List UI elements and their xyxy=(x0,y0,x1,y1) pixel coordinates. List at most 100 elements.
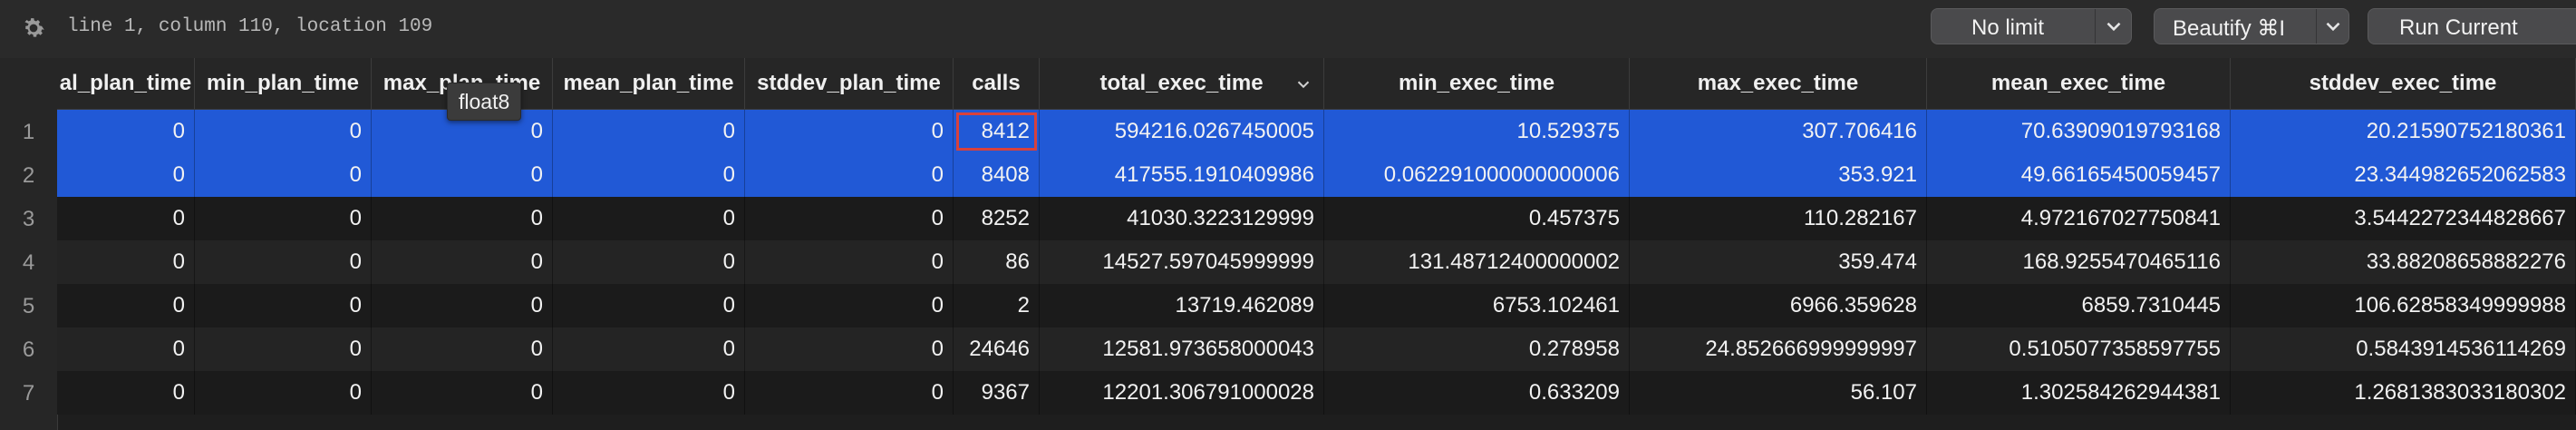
table-cell[interactable]: 0 xyxy=(372,240,553,284)
table-cell[interactable]: 1.302584262944381 xyxy=(1927,371,2231,415)
table-cell[interactable]: 0.633209 xyxy=(1324,371,1630,415)
run-current-button[interactable]: Run Current xyxy=(2368,8,2576,44)
column-header-al-plan-time[interactable]: al_plan_time xyxy=(57,58,195,109)
row-number[interactable]: 2 xyxy=(0,163,57,189)
focused-cell[interactable]: 8412 xyxy=(954,110,1040,153)
table-cell[interactable]: 0 xyxy=(372,327,553,371)
table-cell[interactable]: 417555.1910409986 xyxy=(1040,153,1324,197)
row-number[interactable]: 7 xyxy=(0,381,57,406)
table-cell[interactable]: 307.706416 xyxy=(1630,110,1927,153)
table-cell[interactable]: 0 xyxy=(57,110,195,153)
column-header-calls[interactable]: calls xyxy=(954,58,1040,109)
sort-descending-icon[interactable] xyxy=(1293,74,1313,94)
table-cell[interactable]: 0 xyxy=(745,110,954,153)
table-cell[interactable]: 70.63909019793168 xyxy=(1927,110,2231,153)
table-cell[interactable]: 0 xyxy=(745,371,954,415)
table-cell[interactable]: 0 xyxy=(195,284,372,327)
gear-icon[interactable] xyxy=(20,15,47,42)
table-cell[interactable]: 0 xyxy=(553,197,745,240)
column-header-max-exec-time[interactable]: max_exec_time xyxy=(1630,58,1927,109)
table-cell[interactable]: 106.62858349999988 xyxy=(2231,284,2576,327)
table-cell[interactable]: 0 xyxy=(372,371,553,415)
table-cell[interactable]: 33.88208658882276 xyxy=(2231,240,2576,284)
column-header-stddev-exec-time[interactable]: stddev_exec_time xyxy=(2231,58,2576,109)
row-number[interactable]: 1 xyxy=(0,120,57,145)
table-cell[interactable]: 0 xyxy=(745,197,954,240)
table-cell[interactable]: 41030.3223129999 xyxy=(1040,197,1324,240)
table-cell[interactable]: 0 xyxy=(57,240,195,284)
table-cell[interactable]: 6966.359628 xyxy=(1630,284,1927,327)
table-cell[interactable]: 10.529375 xyxy=(1324,110,1630,153)
row-number[interactable]: 6 xyxy=(0,337,57,363)
table-cell[interactable]: 6753.102461 xyxy=(1324,284,1630,327)
table-cell[interactable]: 0 xyxy=(195,327,372,371)
table-cell[interactable]: 0.457375 xyxy=(1324,197,1630,240)
table-cell[interactable]: 0 xyxy=(745,284,954,327)
table-row[interactable]: 0 0 0 0 0 2 13719.462089 6753.102461 696… xyxy=(57,284,2576,327)
table-cell[interactable]: 0 xyxy=(553,110,745,153)
table-cell[interactable]: 0 xyxy=(195,197,372,240)
table-cell[interactable]: 9367 xyxy=(954,371,1040,415)
table-cell[interactable]: 24646 xyxy=(954,327,1040,371)
table-cell[interactable]: 0 xyxy=(195,110,372,153)
table-cell[interactable]: 0 xyxy=(553,284,745,327)
table-cell[interactable]: 0 xyxy=(195,240,372,284)
table-cell[interactable]: 0 xyxy=(57,284,195,327)
table-cell[interactable]: 0.278958 xyxy=(1324,327,1630,371)
table-cell[interactable]: 20.21590752180361 xyxy=(2231,110,2576,153)
table-cell[interactable]: 110.282167 xyxy=(1630,197,1927,240)
table-cell[interactable]: 594216.0267450005 xyxy=(1040,110,1324,153)
table-cell[interactable]: 13719.462089 xyxy=(1040,284,1324,327)
column-header-total-exec-time[interactable]: total_exec_time xyxy=(1040,58,1324,109)
table-cell[interactable]: 8252 xyxy=(954,197,1040,240)
table-cell[interactable]: 0.062291000000000006 xyxy=(1324,153,1630,197)
row-number[interactable]: 4 xyxy=(0,250,57,276)
table-cell[interactable]: 359.474 xyxy=(1630,240,1927,284)
row-number[interactable]: 5 xyxy=(0,294,57,319)
table-cell[interactable]: 1.2681383033180302 xyxy=(2231,371,2576,415)
table-cell[interactable]: 168.9255470465116 xyxy=(1927,240,2231,284)
table-cell[interactable]: 353.921 xyxy=(1630,153,1927,197)
table-cell[interactable]: 8408 xyxy=(954,153,1040,197)
table-cell[interactable]: 0 xyxy=(553,371,745,415)
table-row[interactable]: 0 0 0 0 0 86 14527.597045999999 131.4871… xyxy=(57,240,2576,284)
table-cell[interactable]: 0.5105077358597755 xyxy=(1927,327,2231,371)
table-cell[interactable]: 3.5442272344828667 xyxy=(2231,197,2576,240)
table-cell[interactable]: 0 xyxy=(372,153,553,197)
table-cell[interactable]: 12581.973658000043 xyxy=(1040,327,1324,371)
table-cell[interactable]: 0 xyxy=(745,240,954,284)
limit-select[interactable]: No limit xyxy=(1931,8,2132,44)
table-row[interactable]: 0 0 0 0 0 8412 594216.0267450005 10.5293… xyxy=(57,110,2576,153)
table-cell[interactable]: 2 xyxy=(954,284,1040,327)
column-header-mean-plan-time[interactable]: mean_plan_time xyxy=(553,58,745,109)
table-cell[interactable]: 24.852666999999997 xyxy=(1630,327,1927,371)
table-cell[interactable]: 0.5843914536114269 xyxy=(2231,327,2576,371)
table-cell[interactable]: 14527.597045999999 xyxy=(1040,240,1324,284)
table-cell[interactable]: 0 xyxy=(372,284,553,327)
table-cell[interactable]: 49.66165450059457 xyxy=(1927,153,2231,197)
column-header-min-exec-time[interactable]: min_exec_time xyxy=(1324,58,1630,109)
table-row[interactable]: 0 0 0 0 0 9367 12201.306791000028 0.6332… xyxy=(57,371,2576,415)
results-grid[interactable]: al_plan_time min_plan_time max_plan_time… xyxy=(0,58,2576,430)
table-cell[interactable]: 4.972167027750841 xyxy=(1927,197,2231,240)
column-header-stddev-plan-time[interactable]: stddev_plan_time xyxy=(745,58,954,109)
table-cell[interactable]: 0 xyxy=(195,371,372,415)
table-cell[interactable]: 56.107 xyxy=(1630,371,1927,415)
column-header-min-plan-time[interactable]: min_plan_time xyxy=(195,58,372,109)
table-cell[interactable]: 0 xyxy=(553,240,745,284)
table-cell[interactable]: 0 xyxy=(745,153,954,197)
table-row[interactable]: 0 0 0 0 0 8408 417555.1910409986 0.06229… xyxy=(57,153,2576,197)
table-cell[interactable]: 0 xyxy=(57,371,195,415)
table-row[interactable]: 0 0 0 0 0 24646 12581.973658000043 0.278… xyxy=(57,327,2576,371)
row-number[interactable]: 3 xyxy=(0,207,57,232)
beautify-button[interactable]: Beautify ⌘I xyxy=(2154,8,2349,44)
table-cell[interactable]: 6859.7310445 xyxy=(1927,284,2231,327)
table-cell[interactable]: 131.48712400000002 xyxy=(1324,240,1630,284)
table-cell[interactable]: 86 xyxy=(954,240,1040,284)
table-cell[interactable]: 0 xyxy=(553,153,745,197)
table-cell[interactable]: 23.344982652062583 xyxy=(2231,153,2576,197)
table-row[interactable]: 0 0 0 0 0 8252 41030.3223129999 0.457375… xyxy=(57,197,2576,240)
table-cell[interactable]: 0 xyxy=(553,327,745,371)
column-header-mean-exec-time[interactable]: mean_exec_time xyxy=(1927,58,2231,109)
table-cell[interactable]: 0 xyxy=(57,197,195,240)
